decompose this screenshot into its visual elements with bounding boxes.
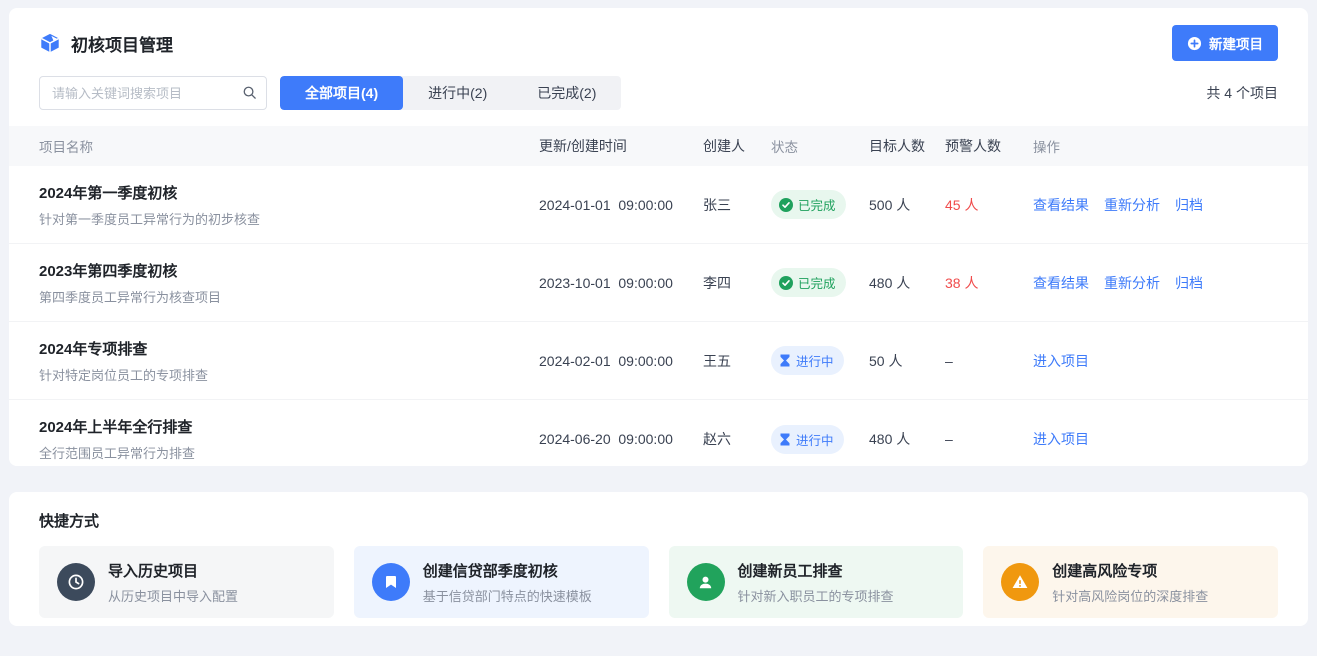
shortcut-title: 创建高风险专项 [1052, 560, 1208, 581]
warning-count: – [945, 431, 1033, 447]
toolbar: 全部项目(4) 进行中(2) 已完成(2) 共 4 个项目 [9, 74, 1308, 126]
reanalyze-link[interactable]: 重新分析 [1104, 195, 1160, 215]
project-creator: 李四 [703, 273, 771, 293]
main-panel: 初核项目管理 新建项目 全部项目(4) 进行中(2) [9, 8, 1308, 466]
shortcuts-panel: 快捷方式 导入历史项目 从历史项目中导入配置 创建信贷部季度初核 [9, 492, 1308, 626]
cube-icon [39, 32, 61, 54]
col-header-target: 目标人数 [869, 136, 945, 156]
warning-icon [1001, 563, 1039, 601]
shortcuts-title: 快捷方式 [39, 510, 1278, 531]
status-badge: 已完成 [771, 268, 846, 297]
hourglass-icon [779, 433, 791, 446]
archive-link[interactable]: 归档 [1175, 273, 1203, 293]
status-label: 已完成 [798, 195, 836, 214]
col-header-warning: 预警人数 [945, 136, 1033, 156]
project-desc: 第四季度员工异常行为核查项目 [39, 287, 523, 306]
project-time: 2024-06-20 09:00:00 [539, 431, 703, 447]
check-circle-icon [779, 276, 793, 290]
check-circle-icon [779, 198, 793, 212]
user-icon [687, 563, 725, 601]
view-results-link[interactable]: 查看结果 [1033, 195, 1089, 215]
project-name: 2024年第一季度初核 [39, 182, 523, 203]
search-icon[interactable] [242, 85, 257, 105]
page-title: 初核项目管理 [71, 31, 173, 56]
search-box [39, 76, 267, 110]
status-badge: 进行中 [771, 346, 844, 375]
shortcut-desc: 从历史项目中导入配置 [108, 586, 238, 605]
project-filter-tabs: 全部项目(4) 进行中(2) 已完成(2) [280, 76, 621, 110]
table-row: 2023年第四季度初核 第四季度员工异常行为核查项目 2023-10-01 09… [9, 244, 1308, 322]
project-desc: 全行范围员工异常行为排查 [39, 443, 523, 462]
project-time: 2024-01-01 09:00:00 [539, 197, 703, 213]
warning-count: – [945, 353, 1033, 369]
shortcut-high-risk[interactable]: 创建高风险专项 针对高风险岗位的深度排查 [983, 546, 1278, 618]
shortcut-import-history[interactable]: 导入历史项目 从历史项目中导入配置 [39, 546, 334, 618]
tab-completed[interactable]: 已完成(2) [512, 76, 621, 110]
view-results-link[interactable]: 查看结果 [1033, 273, 1089, 293]
status-label: 已完成 [798, 273, 836, 292]
new-project-button[interactable]: 新建项目 [1172, 25, 1278, 61]
shortcut-desc: 针对高风险岗位的深度排查 [1052, 586, 1208, 605]
reanalyze-link[interactable]: 重新分析 [1104, 273, 1160, 293]
project-creator: 王五 [703, 351, 771, 371]
col-header-creator: 创建人 [703, 136, 771, 156]
new-project-label: 新建项目 [1209, 33, 1263, 53]
enter-project-link[interactable]: 进入项目 [1033, 351, 1089, 371]
target-count: 500 人 [869, 195, 945, 215]
status-badge: 已完成 [771, 190, 846, 219]
project-desc: 针对特定岗位员工的专项排查 [39, 365, 523, 384]
shortcut-desc: 基于信贷部门特点的快速模板 [423, 586, 592, 605]
table-row: 2024年第一季度初核 针对第一季度员工异常行为的初步核查 2024-01-01… [9, 166, 1308, 244]
enter-project-link[interactable]: 进入项目 [1033, 429, 1089, 449]
bookmark-icon [372, 563, 410, 601]
table-header: 项目名称 更新/创建时间 创建人 状态 目标人数 预警人数 操作 [9, 126, 1308, 166]
project-creator: 赵六 [703, 429, 771, 449]
shortcut-title: 创建信贷部季度初核 [423, 560, 592, 581]
archive-link[interactable]: 归档 [1175, 195, 1203, 215]
status-label: 进行中 [796, 430, 834, 449]
total-count: 共 4 个项目 [1206, 83, 1278, 103]
project-creator: 张三 [703, 195, 771, 215]
shortcut-title: 导入历史项目 [108, 560, 238, 581]
shortcut-desc: 针对新入职员工的专项排查 [738, 586, 894, 605]
status-badge: 进行中 [771, 425, 844, 454]
project-desc: 针对第一季度员工异常行为的初步核查 [39, 209, 523, 228]
table-row: 2024年专项排查 针对特定岗位员工的专项排查 2024-02-01 09:00… [9, 322, 1308, 400]
shortcut-title: 创建新员工排查 [738, 560, 894, 581]
hourglass-icon [779, 354, 791, 367]
project-time: 2023-10-01 09:00:00 [539, 275, 703, 291]
warning-count: 45 人 [945, 195, 1033, 215]
target-count: 480 人 [869, 273, 945, 293]
shortcut-credit-quarterly[interactable]: 创建信贷部季度初核 基于信贷部门特点的快速模板 [354, 546, 649, 618]
tab-all-projects[interactable]: 全部项目(4) [280, 76, 403, 110]
warning-count: 38 人 [945, 273, 1033, 293]
col-header-status: 状态 [771, 136, 869, 156]
target-count: 50 人 [869, 351, 945, 371]
page-header: 初核项目管理 新建项目 [9, 8, 1308, 74]
status-label: 进行中 [796, 351, 834, 370]
col-header-name: 项目名称 [39, 136, 539, 156]
search-input[interactable] [39, 76, 267, 110]
tab-in-progress[interactable]: 进行中(2) [403, 76, 512, 110]
project-name: 2023年第四季度初核 [39, 260, 523, 281]
project-name: 2024年专项排查 [39, 338, 523, 359]
col-header-time: 更新/创建时间 [539, 136, 703, 156]
shortcut-new-employee[interactable]: 创建新员工排查 针对新入职员工的专项排查 [669, 546, 964, 618]
col-header-actions: 操作 [1033, 136, 1278, 156]
table-row: 2024年上半年全行排查 全行范围员工异常行为排查 2024-06-20 09:… [9, 400, 1308, 466]
project-time: 2024-02-01 09:00:00 [539, 353, 703, 369]
target-count: 480 人 [869, 429, 945, 449]
project-name: 2024年上半年全行排查 [39, 416, 523, 437]
plus-circle-icon [1187, 36, 1202, 51]
clock-icon [57, 563, 95, 601]
